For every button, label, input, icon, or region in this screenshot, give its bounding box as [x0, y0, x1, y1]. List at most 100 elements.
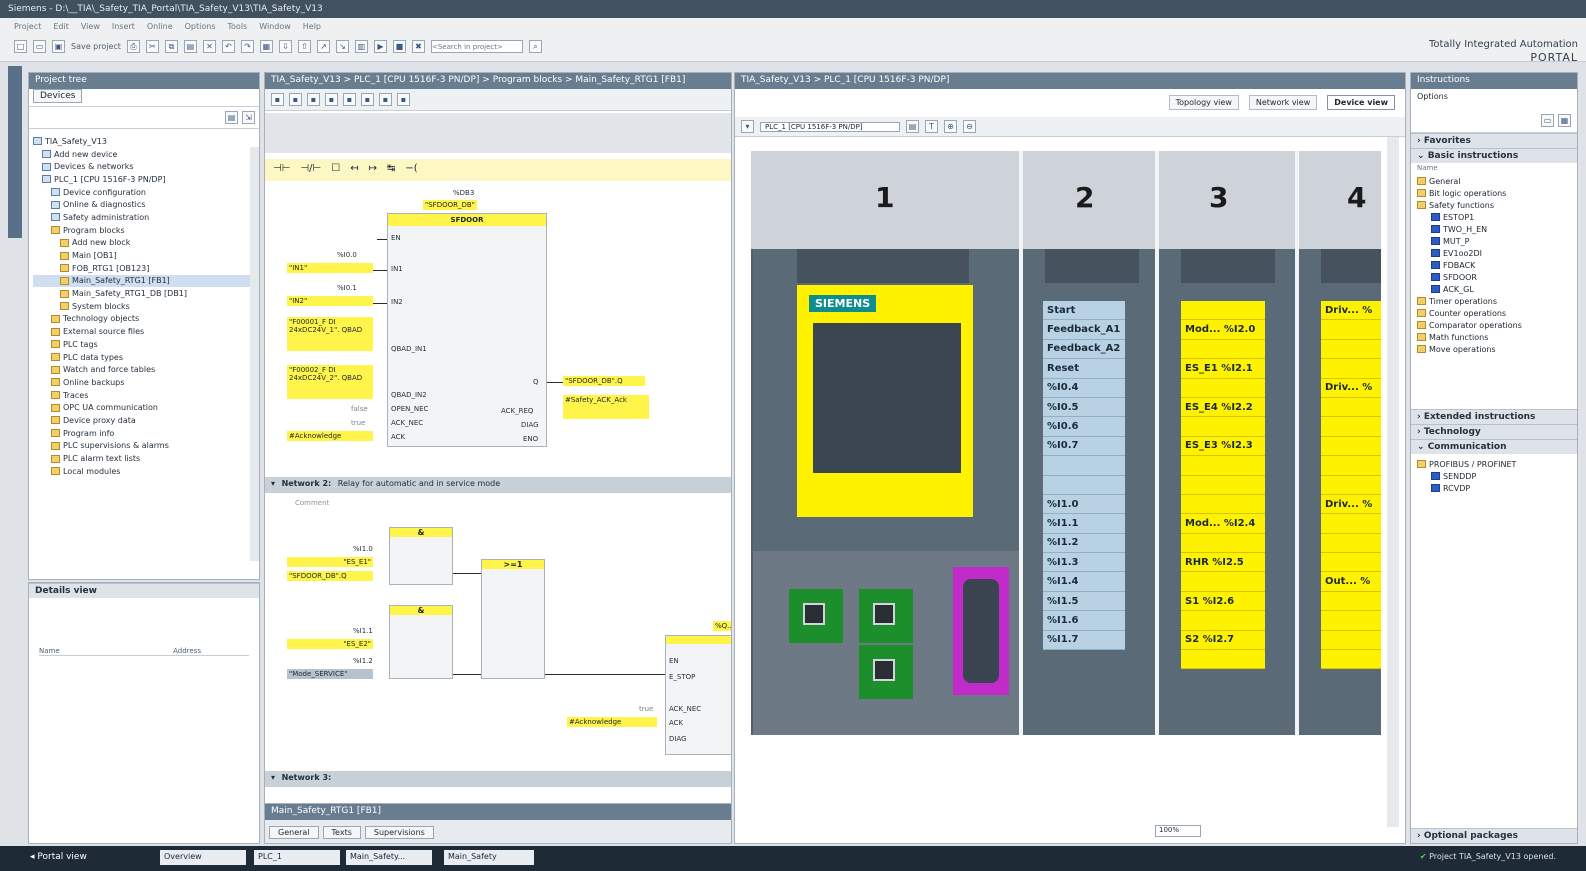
mod4-channel[interactable]: [1321, 339, 1381, 360]
print-icon[interactable]: ⎙: [126, 40, 140, 53]
instruction-item[interactable]: Math functions: [1417, 331, 1571, 343]
mod4-channel[interactable]: [1321, 514, 1381, 534]
upload-icon[interactable]: ⇧: [297, 40, 311, 53]
di-channel[interactable]: Feedback_A2: [1043, 339, 1125, 360]
tree-item[interactable]: Program info: [33, 427, 259, 440]
mod4-channel[interactable]: Driv... %: [1321, 301, 1381, 321]
tree-item[interactable]: Add new device: [33, 148, 259, 161]
empty-box-icon[interactable]: ☐: [331, 163, 340, 177]
dq-channel[interactable]: ES_E4 %I2.2: [1181, 397, 1265, 418]
insert-network-icon[interactable]: ▪: [271, 93, 284, 106]
tree-item[interactable]: Safety administration: [33, 211, 259, 224]
mod4-channel[interactable]: [1321, 359, 1381, 379]
dq-channel[interactable]: [1181, 417, 1265, 437]
mod4-channel[interactable]: Driv... %: [1321, 378, 1381, 398]
di-channel[interactable]: %I0.7: [1043, 436, 1125, 457]
instruction-item[interactable]: SFDOOR: [1417, 271, 1571, 283]
tree-item[interactable]: Watch and force tables: [33, 363, 259, 376]
or-block[interactable]: >=1: [481, 559, 545, 679]
di-channel[interactable]: Start: [1043, 301, 1125, 321]
dq-channel[interactable]: Mod... %I2.4: [1181, 514, 1265, 534]
save-project-button[interactable]: Save project: [71, 42, 121, 51]
tree-item[interactable]: PLC data types: [33, 351, 259, 364]
ack-req-operand[interactable]: #Safety_ACK_Ack: [563, 395, 649, 419]
in1-operand[interactable]: "IN1": [287, 263, 373, 273]
collapse-all-icon[interactable]: ▪: [325, 93, 338, 106]
undo-icon[interactable]: ↶: [221, 40, 235, 53]
instruction-item[interactable]: MUT_P: [1417, 235, 1571, 247]
portal-view-button[interactable]: ◂ Portal view: [30, 852, 87, 862]
menu-online[interactable]: Online: [147, 22, 173, 31]
instruction-item[interactable]: Counter operations: [1417, 307, 1571, 319]
device-select-icon[interactable]: ▾: [741, 120, 754, 133]
optional-packages-section[interactable]: › Optional packages: [1411, 828, 1577, 843]
details-col-address[interactable]: Address: [173, 647, 201, 655]
tree-item[interactable]: Device proxy data: [33, 414, 259, 427]
mod4-channel[interactable]: [1321, 475, 1381, 495]
mod4-channel[interactable]: [1321, 533, 1381, 554]
communication-section[interactable]: ⌄ Communication: [1411, 439, 1577, 454]
dq-channel[interactable]: [1181, 378, 1265, 398]
tree-item[interactable]: Device configuration: [33, 186, 259, 199]
project-tree-side-tab[interactable]: [8, 66, 22, 238]
dq-channel[interactable]: [1181, 456, 1265, 476]
taskbar-editor-button[interactable]: Main_Safety...: [346, 850, 432, 865]
menu-project[interactable]: Project: [14, 22, 41, 31]
topology-view-tab[interactable]: Topology view: [1168, 95, 1239, 110]
sfdoor-db-name[interactable]: "SFDOOR_DB": [423, 200, 477, 210]
di-channel[interactable]: %I1.1: [1043, 514, 1125, 534]
tree-item[interactable]: Local modules: [33, 465, 259, 478]
tree-item[interactable]: Online backups: [33, 376, 259, 389]
new-project-icon[interactable]: □: [14, 40, 27, 53]
tree-item[interactable]: Online & diagnostics: [33, 198, 259, 211]
tree-scrollbar[interactable]: [250, 147, 259, 561]
extended-instructions-section[interactable]: › Extended instructions: [1411, 409, 1577, 424]
project-search-input[interactable]: [430, 40, 523, 53]
contact-nc-icon[interactable]: ⊣/⊢: [300, 163, 321, 177]
profinet-port-x2p1[interactable]: [859, 589, 913, 643]
profinet-port-x1p1[interactable]: [789, 589, 843, 643]
mod4-channel[interactable]: [1321, 436, 1381, 457]
tree-item[interactable]: External source files: [33, 325, 259, 338]
di-channel[interactable]: Reset: [1043, 359, 1125, 379]
dq-channel[interactable]: ES_E3 %I2.3: [1181, 436, 1265, 457]
open-project-icon[interactable]: ▭: [33, 40, 46, 53]
dq-channel[interactable]: [1181, 475, 1265, 495]
zoom-in-icon[interactable]: ⊕: [944, 120, 957, 133]
dq-channel[interactable]: [1181, 339, 1265, 360]
tree-item[interactable]: PLC alarm text lists: [33, 452, 259, 465]
mod4-channel[interactable]: [1321, 320, 1381, 340]
connection-icon[interactable]: ↹: [387, 163, 395, 177]
network-2-header[interactable]: ▾ Network 2: Relay for automatic and in …: [265, 477, 731, 493]
tree-item[interactable]: Technology objects: [33, 313, 259, 326]
go-online-icon[interactable]: ↗: [316, 40, 330, 53]
compile-icon[interactable]: ▦: [259, 40, 273, 53]
ack-operand[interactable]: #Acknowledge: [287, 431, 373, 441]
dq-channel[interactable]: [1181, 494, 1265, 515]
inspector-tab-general[interactable]: General: [269, 826, 319, 839]
instruction-item[interactable]: FDBACK: [1417, 259, 1571, 271]
dq-channel[interactable]: [1181, 533, 1265, 554]
profibus-port[interactable]: [953, 567, 1009, 695]
dq-channel[interactable]: Mod... %I2.0: [1181, 320, 1265, 340]
instruction-item[interactable]: Comparator operations: [1417, 319, 1571, 331]
tree-view-icon[interactable]: ▤: [225, 111, 238, 124]
menu-edit[interactable]: Edit: [53, 22, 69, 31]
dq-channel[interactable]: [1181, 301, 1265, 321]
fstop-ack-operand[interactable]: #Acknowledge: [567, 717, 657, 727]
expand-all-icon[interactable]: ▪: [307, 93, 320, 106]
compare-icon[interactable]: ▪: [397, 93, 410, 106]
download-icon[interactable]: ⇩: [278, 40, 292, 53]
tree-item[interactable]: Main [OB1]: [33, 249, 259, 262]
copy-icon[interactable]: ⧉: [164, 40, 178, 53]
and-block-1[interactable]: &: [389, 527, 453, 585]
cross-reference-icon[interactable]: ✖: [411, 40, 425, 53]
inspector-tab-texts[interactable]: Texts: [322, 826, 361, 839]
tree-item[interactable]: Devices & networks: [33, 160, 259, 173]
mod4-channel[interactable]: [1321, 397, 1381, 418]
open-branch-icon[interactable]: ↤: [350, 163, 358, 177]
di-channel[interactable]: %I1.3: [1043, 553, 1125, 573]
instruction-item[interactable]: EV1oo2DI: [1417, 247, 1571, 259]
devices-tab[interactable]: Devices: [33, 89, 83, 103]
tree-item[interactable]: Program blocks: [33, 224, 259, 237]
